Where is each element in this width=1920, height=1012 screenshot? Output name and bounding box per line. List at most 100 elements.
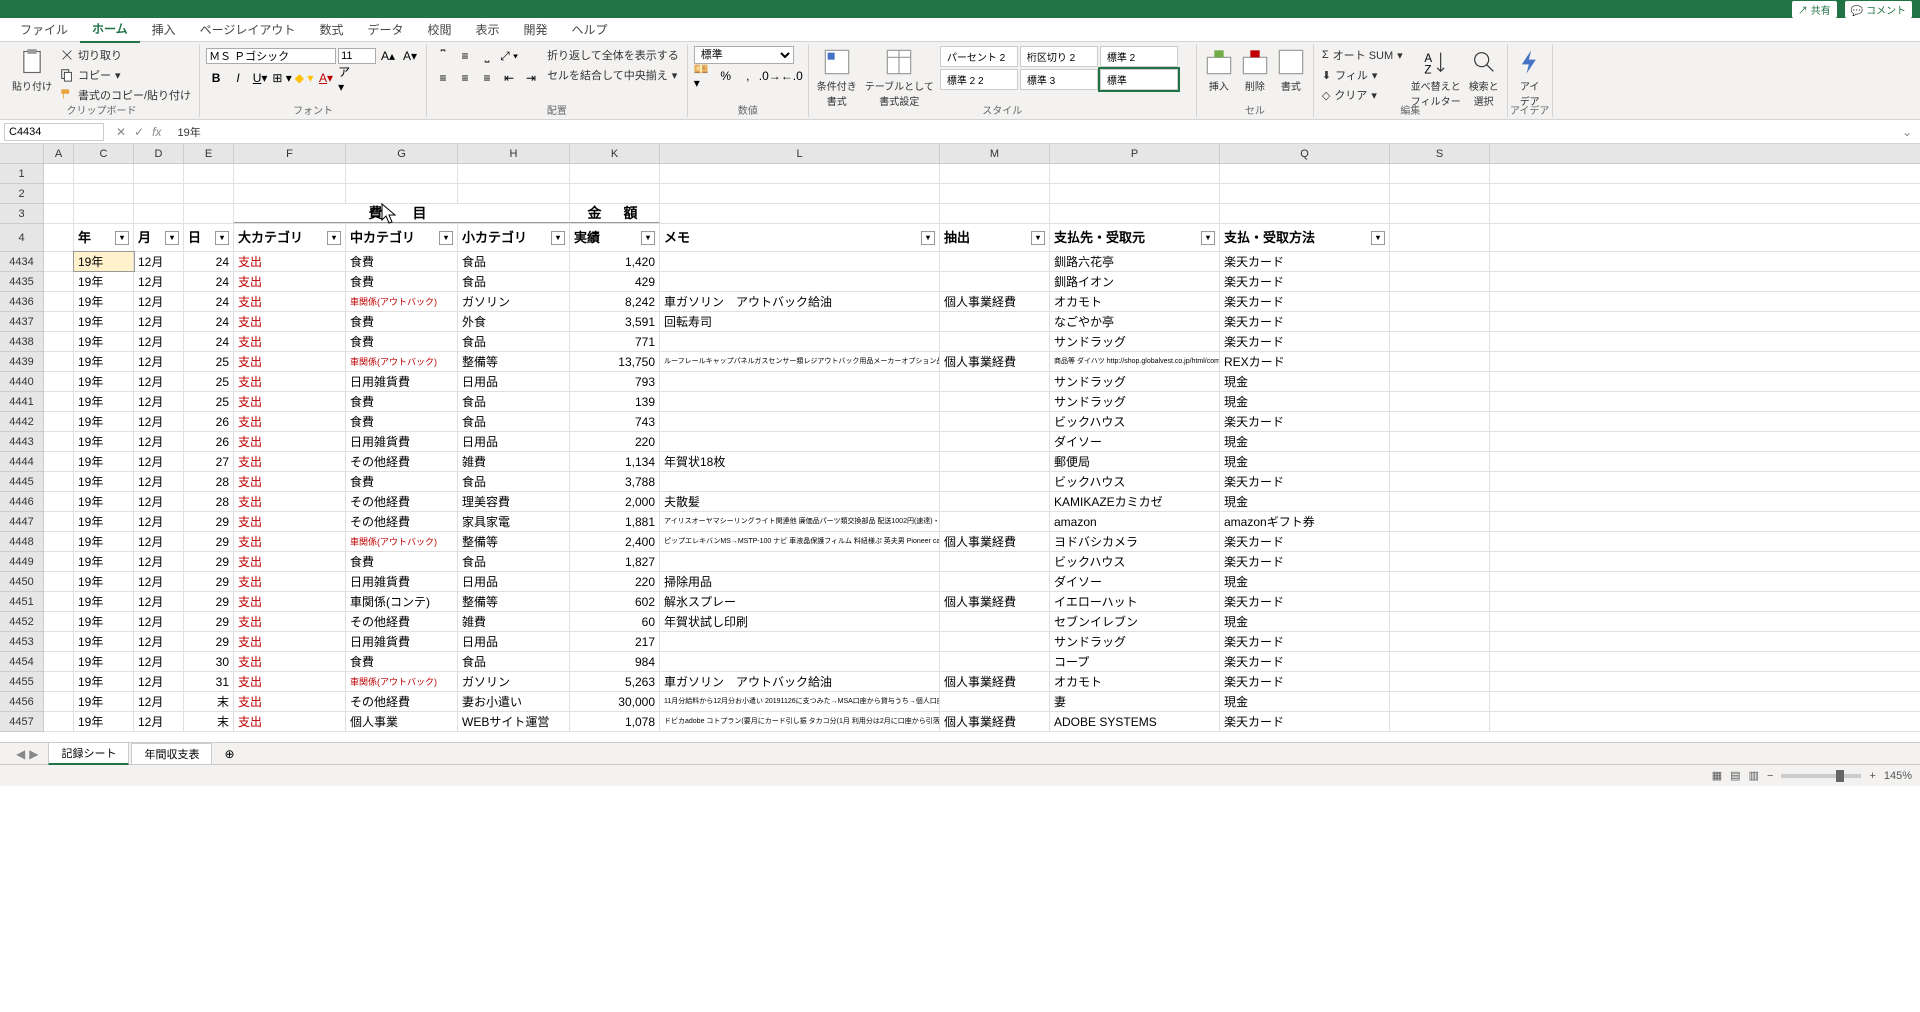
cell[interactable]	[660, 184, 940, 203]
cell[interactable]: 楽天カード	[1220, 672, 1390, 691]
cell[interactable]: 12月	[134, 352, 184, 371]
cell[interactable]	[44, 712, 74, 731]
cell[interactable]: 日用品	[458, 632, 570, 651]
cell[interactable]	[940, 332, 1050, 351]
col-header-D[interactable]: D	[134, 144, 184, 163]
cell[interactable]: その他経費	[346, 492, 458, 511]
col-header-S[interactable]: S	[1390, 144, 1490, 163]
cell[interactable]	[660, 632, 940, 651]
cell[interactable]: 現金	[1220, 372, 1390, 391]
cell[interactable]	[44, 532, 74, 551]
cell[interactable]	[940, 632, 1050, 651]
cell[interactable]: 19年	[74, 352, 134, 371]
cell[interactable]	[940, 312, 1050, 331]
cell[interactable]: オカモト	[1050, 292, 1220, 311]
cell[interactable]: 25	[184, 352, 234, 371]
cell[interactable]: 24	[184, 252, 234, 271]
cell[interactable]	[1390, 272, 1490, 291]
cell[interactable]	[184, 204, 234, 223]
cell[interactable]: 日用品	[458, 572, 570, 591]
cell[interactable]: 19年	[74, 652, 134, 671]
cell[interactable]: 食品	[458, 332, 570, 351]
cell[interactable]: 楽天カード	[1220, 312, 1390, 331]
cell[interactable]: 車関係(アウトバック)	[346, 672, 458, 691]
row-header[interactable]: 4446	[0, 492, 43, 512]
comma-button[interactable]: ,	[738, 66, 758, 86]
row-header[interactable]: 4448	[0, 532, 43, 552]
cell[interactable]: 19年	[74, 712, 134, 731]
cell[interactable]: 1,134	[570, 452, 660, 471]
cell[interactable]	[44, 552, 74, 571]
cell[interactable]: ヨドバシカメラ	[1050, 532, 1220, 551]
cell[interactable]: 支出	[234, 712, 346, 731]
row-header[interactable]: 4439	[0, 352, 43, 372]
cell[interactable]: 楽天カード	[1220, 712, 1390, 731]
cell[interactable]: 整備等	[458, 592, 570, 611]
cell[interactable]: 支出	[234, 492, 346, 511]
cell[interactable]: 28	[184, 492, 234, 511]
cell[interactable]: 末	[184, 692, 234, 711]
cell[interactable]	[660, 392, 940, 411]
filter-button[interactable]: ▾	[439, 231, 453, 245]
cell[interactable]	[1390, 532, 1490, 551]
cell[interactable]	[44, 692, 74, 711]
align-left-button[interactable]: ≡	[433, 68, 453, 88]
tab-file[interactable]: ファイル	[8, 17, 80, 42]
find-select-button[interactable]: 検索と 選択	[1467, 46, 1501, 110]
align-middle-button[interactable]: ≡	[455, 46, 475, 66]
cell[interactable]: amazonギフト券	[1220, 512, 1390, 531]
col-header-Q[interactable]: Q	[1220, 144, 1390, 163]
cell[interactable]	[44, 252, 74, 271]
cell[interactable]: 日用雑貨費	[346, 372, 458, 391]
cell[interactable]	[940, 452, 1050, 471]
col-header-F[interactable]: F	[234, 144, 346, 163]
cell[interactable]	[1390, 472, 1490, 491]
cell[interactable]: 1,881	[570, 512, 660, 531]
cell[interactable]: 12月	[134, 412, 184, 431]
cell[interactable]: 139	[570, 392, 660, 411]
cell[interactable]: 27	[184, 452, 234, 471]
zoom-slider[interactable]	[1781, 774, 1861, 778]
cell[interactable]: 12月	[134, 572, 184, 591]
cell[interactable]	[44, 672, 74, 691]
row-header[interactable]: 4456	[0, 692, 43, 712]
row-header[interactable]: 4435	[0, 272, 43, 292]
cell[interactable]	[1390, 672, 1490, 691]
cell[interactable]	[1390, 352, 1490, 371]
cell[interactable]	[1050, 164, 1220, 183]
filter-button[interactable]: ▾	[115, 231, 129, 245]
row-header[interactable]: 4451	[0, 592, 43, 612]
cell[interactable]: 郵便局	[1050, 452, 1220, 471]
row-header[interactable]: 4	[0, 224, 43, 252]
cell[interactable]: 3,591	[570, 312, 660, 331]
cell[interactable]: 現金	[1220, 452, 1390, 471]
cell[interactable]: 12月	[134, 312, 184, 331]
col-header-G[interactable]: G	[346, 144, 458, 163]
cell[interactable]	[940, 492, 1050, 511]
cell[interactable]: 食費	[346, 332, 458, 351]
tab-pagelayout[interactable]: ページレイアウト	[188, 17, 308, 42]
style-item[interactable]: 標準	[1100, 69, 1178, 90]
row-header[interactable]: 4447	[0, 512, 43, 532]
cell[interactable]	[44, 512, 74, 531]
cell[interactable]: 支出	[234, 252, 346, 271]
cell[interactable]	[940, 252, 1050, 271]
cell[interactable]	[1390, 412, 1490, 431]
tab-view[interactable]: 表示	[463, 17, 511, 42]
cell[interactable]: 30	[184, 652, 234, 671]
delete-cells-button[interactable]: 削除	[1239, 46, 1271, 95]
sort-filter-button[interactable]: AZ並べ替えと フィルター	[1409, 46, 1463, 110]
cell[interactable]	[44, 312, 74, 331]
cell[interactable]: 楽天カード	[1220, 652, 1390, 671]
cell[interactable]: オカモト	[1050, 672, 1220, 691]
cell[interactable]	[234, 164, 346, 183]
cell[interactable]: 夫散髪	[660, 492, 940, 511]
cell[interactable]: 外食	[458, 312, 570, 331]
filter-button[interactable]: ▾	[921, 231, 935, 245]
cell[interactable]	[660, 164, 940, 183]
indent-increase-button[interactable]: ⇥	[521, 68, 541, 88]
cell[interactable]: 支出	[234, 372, 346, 391]
cell[interactable]: 支出	[234, 272, 346, 291]
cell[interactable]: セブンイレブン	[1050, 612, 1220, 631]
cell[interactable]: 雑費	[458, 612, 570, 631]
